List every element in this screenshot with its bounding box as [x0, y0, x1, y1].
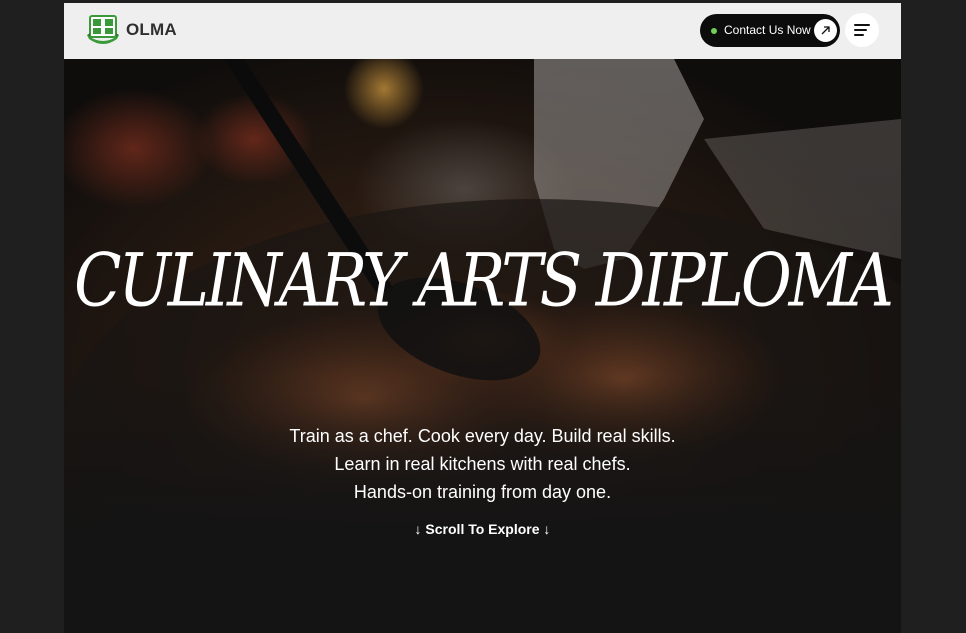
hero-description: Train as a chef. Cook every day. Build r… — [64, 422, 901, 506]
brand-name[interactable]: OLMA — [126, 20, 177, 40]
hero-section: CULINARY ARTS DIPLOMA Train as a chef. C… — [64, 59, 901, 633]
hero-line: Hands-on training from day one. — [353, 482, 612, 502]
scroll-to-explore-link[interactable]: ↓ Scroll To Explore ↓ — [64, 521, 901, 537]
arrow-up-right-icon — [814, 19, 837, 42]
contact-us-label: Contact Us Now — [724, 23, 811, 37]
hamburger-menu-icon — [854, 24, 870, 36]
school-crest-logo[interactable] — [86, 15, 120, 45]
contact-us-button[interactable]: Contact Us Now — [700, 14, 840, 47]
hero-line: Learn in real kitchens with real chefs. — [334, 454, 631, 474]
browser-viewport: OLMA Contact Us Now CULINARY ARTS DIPLOM… — [64, 3, 901, 633]
status-dot-icon — [711, 28, 717, 34]
hero-background-image — [64, 59, 901, 633]
menu-button[interactable] — [845, 13, 879, 47]
hero-title: CULINARY ARTS DIPLOMA — [74, 237, 894, 324]
hero-line: Train as a chef. Cook every day. Build r… — [289, 426, 676, 446]
top-navigation-bar: OLMA Contact Us Now — [64, 3, 901, 59]
